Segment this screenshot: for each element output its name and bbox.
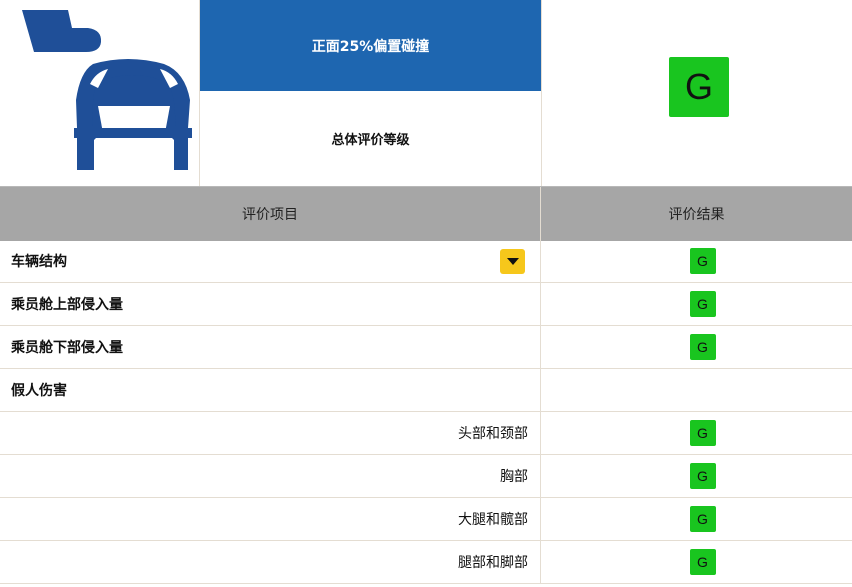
table-row: 胸部 G bbox=[0, 455, 852, 498]
row-result: G bbox=[541, 412, 852, 454]
table-row: 乘员舱上部侵入量 G bbox=[0, 283, 852, 326]
row-result: G bbox=[541, 455, 852, 497]
table-row: 腿部和脚部 G bbox=[0, 541, 852, 584]
row-label: 车辆结构 bbox=[11, 254, 67, 270]
rating-badge: G bbox=[689, 549, 716, 575]
test-title: 正面25%偏置碰撞 bbox=[200, 0, 541, 91]
column-header-result: 评价结果 bbox=[668, 207, 725, 223]
column-header-item: 评价项目 bbox=[0, 187, 541, 241]
row-label: 乘员舱上部侵入量 bbox=[0, 283, 541, 325]
row-label: 乘员舱下部侵入量 bbox=[0, 326, 541, 368]
summary-section: 正面25%偏置碰撞 总体评价等级 G bbox=[0, 0, 852, 186]
row-label: 头部和颈部 bbox=[0, 412, 541, 454]
overall-rating-badge: G bbox=[669, 57, 729, 117]
rating-badge: G bbox=[689, 463, 716, 489]
crash-rating-table: 正面25%偏置碰撞 总体评价等级 G 评价项目 评价结果 车辆结构 G 乘员舱上… bbox=[0, 0, 852, 587]
row-result: G bbox=[541, 240, 852, 282]
table-row: 乘员舱下部侵入量 G bbox=[0, 326, 852, 369]
rating-badge: G bbox=[689, 334, 716, 360]
row-label-vehicle-structure: 车辆结构 bbox=[0, 240, 541, 282]
row-result: G bbox=[541, 498, 852, 540]
rating-badge: G bbox=[689, 248, 716, 274]
row-label: 胸部 bbox=[0, 455, 541, 497]
rating-badge: G bbox=[689, 506, 716, 532]
table-row: 大腿和髋部 G bbox=[0, 498, 852, 541]
row-result bbox=[541, 369, 852, 411]
row-result: G bbox=[541, 326, 852, 368]
expand-dropdown-button[interactable] bbox=[500, 249, 525, 274]
row-label: 腿部和脚部 bbox=[0, 541, 541, 583]
rating-rows: 车辆结构 G 乘员舱上部侵入量 G 乘员舱下部侵入量 G 假人伤害 头部和颈部 … bbox=[0, 240, 852, 584]
row-result: G bbox=[541, 283, 852, 325]
small-overlap-frontal-crash-icon bbox=[22, 10, 192, 170]
row-label: 假人伤害 bbox=[0, 369, 541, 411]
table-row: 假人伤害 bbox=[0, 369, 852, 412]
table-header: 评价项目 评价结果 bbox=[0, 186, 852, 241]
row-label: 大腿和髋部 bbox=[0, 498, 541, 540]
rating-badge: G bbox=[689, 291, 716, 317]
table-row: 车辆结构 G bbox=[0, 240, 852, 283]
overall-rating-label: 总体评价等级 bbox=[200, 91, 541, 186]
crash-icon-cell bbox=[0, 0, 200, 186]
row-result: G bbox=[541, 541, 852, 583]
overall-rating-cell: G bbox=[541, 0, 852, 186]
rating-badge: G bbox=[689, 420, 716, 446]
chevron-down-icon bbox=[506, 258, 519, 265]
table-row: 头部和颈部 G bbox=[0, 412, 852, 455]
